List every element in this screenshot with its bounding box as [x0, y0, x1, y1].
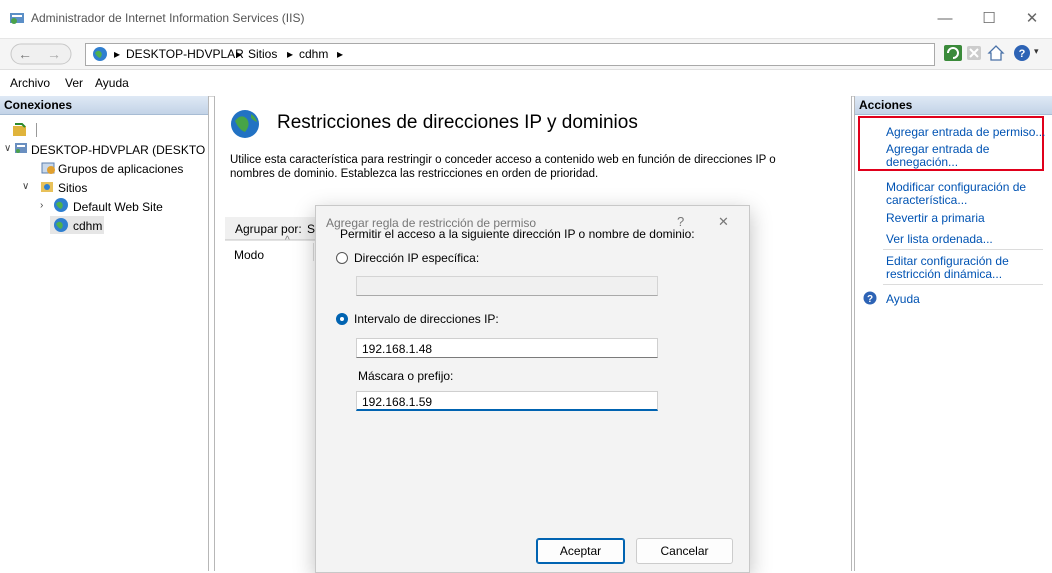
forward-arrow-icon[interactable]: → — [47, 46, 61, 62]
maximize-icon[interactable]: ☐ — [971, 6, 1007, 32]
sort-indicator-icon: ^ — [285, 235, 290, 246]
breadcrumb-separator: ▸ — [236, 47, 243, 61]
address-breadcrumb[interactable]: ▸ DESKTOP-HDVPLAR ▸ Sitios ▸ cdhm ▸ — [85, 43, 935, 66]
ip-restrictions-globe-icon — [231, 110, 259, 138]
specific-ip-input[interactable] — [356, 276, 658, 296]
action-add-deny-line2[interactable]: denegación... — [886, 155, 958, 169]
connections-header: Conexiones — [0, 96, 208, 115]
sites-folder-icon — [41, 182, 53, 192]
breadcrumb-sites[interactable]: Sitios — [248, 47, 277, 61]
expand-default-site-icon[interactable]: › — [40, 200, 43, 211]
action-dynamic-line2[interactable]: restricción dinámica... — [886, 267, 1002, 281]
help-dropdown-icon[interactable]: ▾ — [1034, 46, 1039, 57]
connections-pane: Conexiones ∨ DESKTOP-HDVPLAR (DESKTO Gru… — [0, 96, 209, 571]
actions-separator — [883, 284, 1043, 285]
breadcrumb-separator: ▸ — [337, 47, 344, 61]
action-add-deny-line1[interactable]: Agregar entrada de — [886, 142, 989, 156]
actions-pane: Acciones Agregar entrada de permiso... A… — [854, 96, 1052, 571]
expand-sites-icon[interactable]: ∨ — [22, 181, 29, 192]
radio-specific-ip-label[interactable]: Dirección IP específica: — [354, 251, 479, 265]
action-help[interactable]: Ayuda — [886, 292, 920, 306]
group-by-value[interactable]: S — [307, 222, 315, 236]
help-icon[interactable]: ? — [1013, 44, 1031, 62]
default-site-globe-icon — [54, 198, 68, 212]
ok-button[interactable]: Aceptar — [536, 538, 625, 564]
actions-header: Acciones — [855, 96, 1052, 115]
toolbar-divider — [36, 123, 37, 137]
radio-specific-ip[interactable] — [336, 252, 348, 264]
menu-bar: Archivo Ver Ayuda — [0, 69, 1052, 97]
breadcrumb-separator: ▸ — [114, 47, 121, 61]
menu-archivo[interactable]: Archivo — [10, 76, 50, 90]
dialog-close-button[interactable]: ✕ — [718, 214, 729, 230]
svg-text:?: ? — [1019, 48, 1026, 60]
feature-description-line2: nombres de dominio. Establezca las restr… — [230, 168, 599, 180]
tree-app-pools[interactable]: Grupos de aplicaciones — [58, 162, 183, 176]
stop-icon[interactable] — [966, 45, 982, 61]
feature-description-line1: Utilice esta característica para restrin… — [230, 154, 776, 166]
menu-ver[interactable]: Ver — [65, 76, 83, 90]
action-edit-settings-line1[interactable]: Modificar configuración de — [886, 180, 1026, 194]
home-icon[interactable] — [987, 44, 1005, 62]
back-arrow-icon[interactable]: ← — [18, 46, 32, 62]
action-revert[interactable]: Revertir a primaria — [886, 211, 985, 225]
tree-sites[interactable]: Sitios — [58, 181, 87, 195]
minimize-icon[interactable]: — — [927, 6, 963, 32]
title-bar: Administrador de Internet Information Se… — [0, 0, 1052, 38]
expand-server-icon[interactable]: ∨ — [4, 143, 11, 154]
tree-default-site[interactable]: Default Web Site — [73, 200, 163, 214]
tree-cdhm[interactable]: cdhm — [73, 219, 102, 233]
cancel-button[interactable]: Cancelar — [636, 538, 733, 564]
actions-separator — [883, 249, 1043, 250]
feature-title: Restricciones de direcciones IP y domini… — [277, 112, 638, 133]
radio-ip-range-label[interactable]: Intervalo de direcciones IP: — [354, 312, 499, 326]
tree-server[interactable]: DESKTOP-HDVPLAR (DESKTO — [31, 143, 205, 157]
refresh-icon[interactable] — [944, 45, 962, 61]
column-divider — [313, 243, 314, 261]
app-pools-icon — [41, 162, 55, 174]
mask-label: Máscara o prefijo: — [358, 369, 454, 383]
window-title: Administrador de Internet Information Se… — [31, 11, 305, 25]
iis-app-icon — [10, 13, 24, 24]
close-icon[interactable]: ✕ — [1014, 6, 1050, 32]
address-bar-row: ← → ▸ DESKTOP-HDVPLAR ▸ Sitios ▸ cdhm ▸ … — [0, 38, 1052, 69]
svg-text:?: ? — [867, 294, 873, 305]
action-edit-settings-line2[interactable]: característica... — [886, 193, 967, 207]
column-mode-header[interactable]: Modo — [234, 248, 264, 262]
rules-grid: Modo ^ — [225, 235, 315, 571]
connect-icon[interactable] — [12, 122, 28, 138]
group-by-label: Agrupar por: — [235, 222, 302, 236]
action-help-icon: ? — [863, 291, 877, 305]
server-icon — [15, 143, 27, 153]
group-by-toolbar: Agrupar por: S — [225, 217, 325, 240]
ip-range-input[interactable]: 192.168.1.48 — [356, 338, 658, 358]
mask-input[interactable]: 192.168.1.59 — [356, 391, 658, 411]
action-ordered-list[interactable]: Ver lista ordenada... — [886, 232, 993, 246]
cdhm-site-globe-icon — [54, 218, 68, 232]
menu-ayuda[interactable]: Ayuda — [95, 76, 129, 90]
add-allow-rule-dialog: Agregar regla de restricción de permiso … — [315, 205, 750, 573]
breadcrumb-cdhm[interactable]: cdhm — [299, 47, 328, 61]
action-add-allow[interactable]: Agregar entrada de permiso... — [886, 125, 1045, 139]
breadcrumb-server[interactable]: DESKTOP-HDVPLAR — [126, 47, 244, 61]
radio-ip-range[interactable] — [336, 313, 348, 325]
globe-icon — [93, 47, 107, 61]
dialog-prompt: Permitir el acceso a la siguiente direcc… — [340, 227, 695, 241]
breadcrumb-separator: ▸ — [287, 47, 294, 61]
action-dynamic-line1[interactable]: Editar configuración de — [886, 254, 1009, 268]
